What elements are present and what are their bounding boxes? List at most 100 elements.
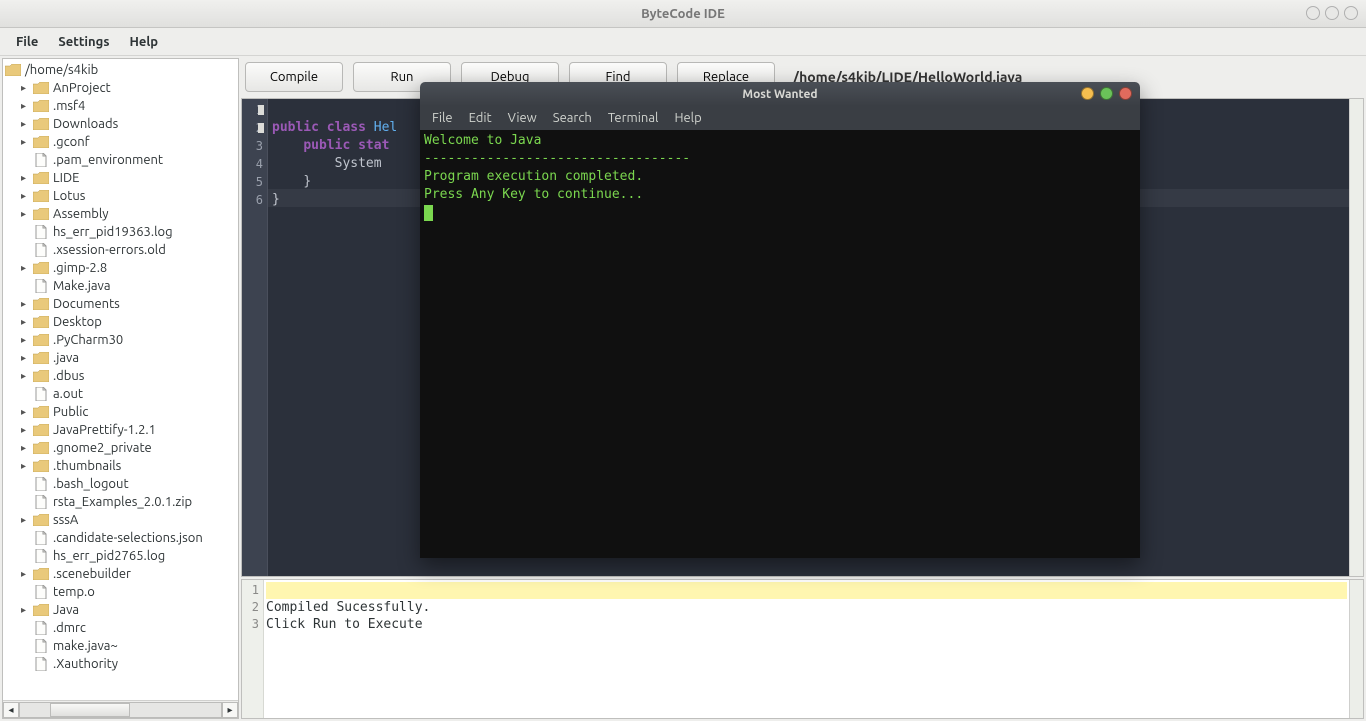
tree-node-label: .thumbnails [53,459,121,473]
scroll-left-icon[interactable]: ◂ [3,702,19,718]
expand-icon[interactable]: ▸ [21,406,31,418]
file-icon [33,621,49,635]
terminal-menu-file[interactable]: File [424,111,461,125]
tree-root[interactable]: /home/s4kib [3,61,238,79]
file-tree-hscroll[interactable]: ◂ ▸ [3,700,238,718]
tree-node[interactable]: ▸Public [3,403,238,421]
tree-node-label: .gimp-2.8 [53,261,107,275]
expand-icon[interactable]: ▸ [21,208,31,220]
expand-icon[interactable]: ▸ [21,370,31,382]
expand-icon[interactable]: ▸ [21,118,31,130]
expand-icon[interactable]: ▸ [21,334,31,346]
expand-icon[interactable]: ▸ [21,298,31,310]
tree-node[interactable]: ▸ LIDE [3,169,238,187]
expand-icon[interactable]: ▸ [21,82,31,94]
tree-node[interactable]: ▸ .PyCharm30 [3,331,238,349]
terminal-close-icon[interactable] [1119,87,1132,100]
expand-icon[interactable]: ▸ [21,136,31,148]
menu-settings[interactable]: Settings [48,31,119,53]
tree-node[interactable]: .Xauthority [3,655,238,673]
tree-node-label: LIDE [53,171,79,185]
tree-node[interactable]: ▸.msf4 [3,97,238,115]
terminal-titlebar[interactable]: Most Wanted [420,82,1140,106]
token-keyword: stat [358,138,389,153]
expand-icon[interactable]: ▸ [21,568,31,580]
tree-node-label: .dmrc [53,621,86,635]
line-number: 3 [242,137,263,155]
compile-button[interactable]: Compile [245,62,343,92]
expand-icon[interactable]: ▸ [21,172,31,184]
tree-node-label: rsta_Examples_2.0.1.zip [53,495,192,509]
tree-node[interactable]: .pam_environment [3,151,238,169]
editor-vscroll[interactable] [1349,99,1363,576]
output-body[interactable]: Compiled Sucessfully.Click Run to Execut… [264,580,1349,718]
expand-icon[interactable]: ▸ [21,604,31,616]
token-ident: System [335,156,382,171]
tree-node[interactable]: .candidate-selections.json [3,529,238,547]
line-number: 4 [242,155,263,173]
tree-node[interactable]: ▸JavaPrettify-1.2.1 [3,421,238,439]
tree-node[interactable]: ▸Lotus [3,187,238,205]
tree-node[interactable]: ▸ Documents [3,295,238,313]
output-line: Click Run to Execute [266,616,1347,633]
tree-node[interactable]: ▸.gconf [3,133,238,151]
terminal-menu-search[interactable]: Search [545,111,600,125]
menu-help[interactable]: Help [119,31,168,53]
tree-node[interactable]: .bash_logout [3,475,238,493]
line-number: 2 [242,599,259,616]
tree-node[interactable]: ▸Assembly [3,205,238,223]
tree-node[interactable]: Make.java [3,277,238,295]
line-number: 5 [242,173,263,191]
tree-node[interactable]: ▸.scenebuilder [3,565,238,583]
scroll-right-icon[interactable]: ▸ [222,702,238,718]
tree-node[interactable]: ▸Desktop [3,313,238,331]
tree-node[interactable]: .xsession-errors.old [3,241,238,259]
terminal-window[interactable]: Most Wanted File Edit View Search Termin… [420,82,1140,558]
output-line: Compiled Sucessfully. [266,599,1347,616]
tree-node[interactable]: a.out [3,385,238,403]
tree-node-label: Documents [53,297,120,311]
terminal-menu-help[interactable]: Help [666,111,709,125]
maximize-icon[interactable] [1325,6,1339,20]
expand-icon[interactable]: ▸ [21,316,31,328]
tree-node[interactable]: make.java~ [3,637,238,655]
tree-node[interactable]: ▸ .gimp-2.8 [3,259,238,277]
tree-node[interactable]: ▸sssA [3,511,238,529]
expand-icon[interactable]: ▸ [21,190,31,202]
tree-node[interactable]: ▸AnProject [3,79,238,97]
tree-node[interactable]: ▸Java [3,601,238,619]
output-vscroll[interactable] [1349,580,1363,718]
tree-node[interactable]: ▸.dbus [3,367,238,385]
tree-node[interactable]: hs_err_pid2765.log [3,547,238,565]
tree-node-label: .xsession-errors.old [53,243,166,257]
expand-icon[interactable]: ▸ [21,460,31,472]
terminal-maximize-icon[interactable] [1100,87,1113,100]
tree-node[interactable]: ▸.gnome2_private [3,439,238,457]
expand-icon[interactable]: ▸ [21,514,31,526]
tree-node[interactable]: ▸ .thumbnails [3,457,238,475]
minimize-icon[interactable] [1306,6,1320,20]
file-tree[interactable]: /home/s4kib▸AnProject▸.msf4▸Downloads▸.g… [3,59,238,700]
expand-icon[interactable]: ▸ [21,352,31,364]
expand-icon[interactable]: ▸ [21,442,31,454]
terminal-minimize-icon[interactable] [1081,87,1094,100]
line-number: 3 [242,616,259,633]
tree-node[interactable]: ▸Downloads [3,115,238,133]
tree-node[interactable]: ▸.java [3,349,238,367]
tree-node[interactable]: temp.o [3,583,238,601]
file-icon [33,243,49,257]
close-icon[interactable] [1344,6,1358,20]
tree-node[interactable]: rsta_Examples_2.0.1.zip [3,493,238,511]
terminal-body[interactable]: Welcome to Java-------------------------… [420,130,1140,558]
expand-icon[interactable]: ▸ [21,262,31,274]
expand-icon[interactable]: ▸ [21,424,31,436]
token-keyword: class [327,120,366,135]
terminal-menu-terminal[interactable]: Terminal [600,111,667,125]
tree-node[interactable]: .dmrc [3,619,238,637]
expand-icon[interactable]: ▸ [21,100,31,112]
tree-node-label: .PyCharm30 [53,333,123,347]
tree-node[interactable]: hs_err_pid19363.log [3,223,238,241]
terminal-menu-edit[interactable]: Edit [461,111,500,125]
menu-file[interactable]: File [6,31,48,53]
terminal-menu-view[interactable]: View [500,111,545,125]
